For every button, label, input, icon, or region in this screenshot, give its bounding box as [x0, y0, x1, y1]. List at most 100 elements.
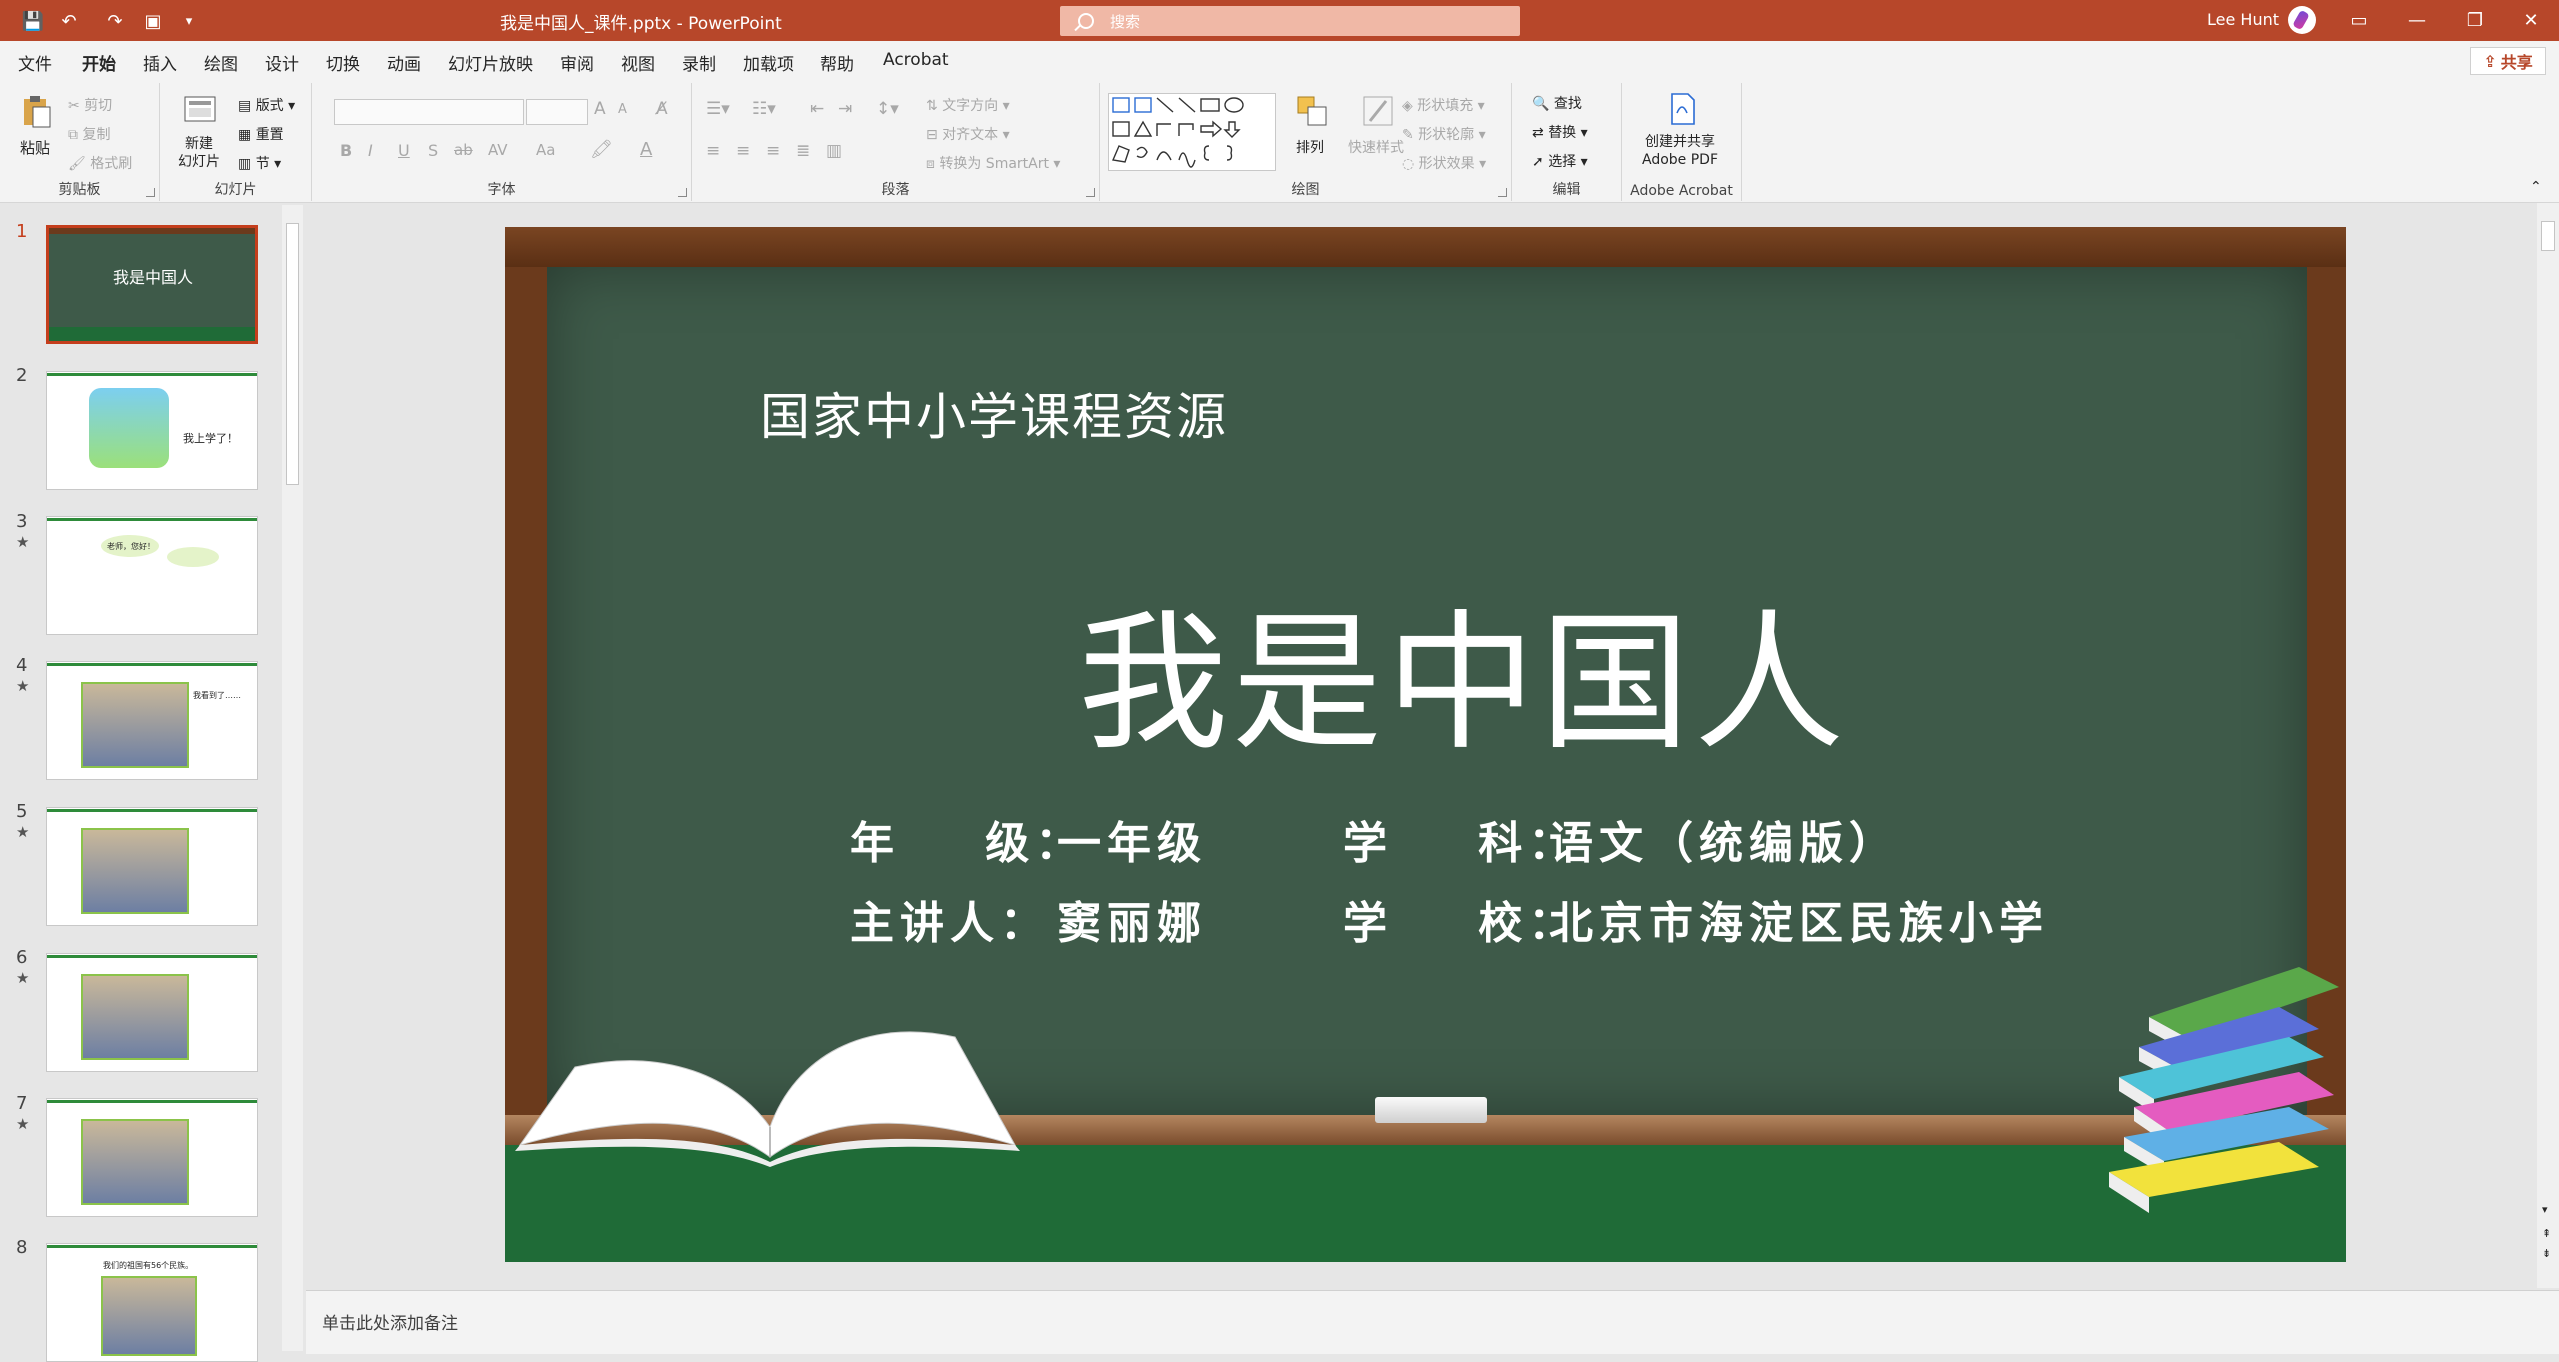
search-box[interactable]: 搜索	[1060, 6, 1520, 36]
align-text-button[interactable]: ⊟ 对齐文本 ▾	[926, 124, 1010, 144]
numbering-icon[interactable]: ☷▾	[752, 99, 776, 119]
tab-view[interactable]: 视图	[621, 50, 655, 75]
drawing-launcher[interactable]	[1498, 188, 1507, 197]
font-color-icon[interactable]: A	[640, 139, 652, 160]
tab-home[interactable]: 开始	[82, 50, 116, 83]
share-button[interactable]: ⇪ 共享	[2470, 47, 2546, 75]
user-name[interactable]: Lee Hunt	[2207, 10, 2279, 29]
text-direction-button[interactable]: ⇅ 文字方向 ▾	[926, 95, 1010, 115]
scrollbar-thumb[interactable]	[2541, 221, 2555, 251]
decrease-indent-icon[interactable]: ⇤	[810, 99, 824, 119]
save-icon[interactable]: 💾	[18, 8, 48, 34]
paste-button[interactable]: 粘贴	[14, 89, 60, 169]
underline-button[interactable]: U	[398, 141, 410, 160]
increase-indent-icon[interactable]: ⇥	[838, 99, 852, 119]
highlight-icon[interactable]: 🖍	[590, 139, 613, 160]
slide-thumbnails-pane: 1 我是中国人 2 我上学了！ 3 ★ 老师，您好！ 4 ★ 我看到了…… 5 …	[0, 203, 303, 1362]
smartart-button[interactable]: ⧈ 转换为 SmartArt ▾	[926, 153, 1060, 173]
align-center-icon[interactable]: ≡	[736, 141, 750, 161]
arrange-button[interactable]: 排列	[1290, 89, 1338, 179]
bold-button[interactable]: B	[340, 141, 352, 160]
tab-file[interactable]: 文件	[18, 50, 52, 75]
undo-icon[interactable]: ↶	[54, 8, 84, 34]
editor-scrollbar[interactable]: ▾ ⇞ ⇟	[2537, 203, 2559, 1288]
columns-icon[interactable]: ▥	[826, 141, 842, 161]
start-slideshow-icon[interactable]: ▣	[138, 8, 168, 34]
tab-design[interactable]: 设计	[265, 50, 299, 75]
thumbnail-slide-8[interactable]: 我们的祖国有56个民族。	[46, 1243, 258, 1362]
thumbnail-slide-7[interactable]	[46, 1098, 258, 1217]
thumb-number: 7	[16, 1093, 28, 1114]
layout-button[interactable]: ▤ 版式 ▾	[238, 95, 295, 115]
copy-button: ⧉ 复制	[68, 127, 111, 143]
line-spacing-icon[interactable]: ↕▾	[876, 99, 899, 119]
customize-qat-icon[interactable]: ▾	[174, 8, 204, 34]
replace-button[interactable]: ⇄ 替换 ▾	[1532, 122, 1588, 142]
tab-draw[interactable]: 绘图	[204, 50, 238, 75]
tab-review[interactable]: 审阅	[560, 50, 594, 75]
italic-button[interactable]: I	[368, 141, 373, 160]
thumbnail-slide-6[interactable]	[46, 953, 258, 1072]
select-button[interactable]: ➚ 选择 ▾	[1532, 151, 1588, 171]
thumbnail-slide-4[interactable]: 我看到了……	[46, 661, 258, 780]
new-slide-button[interactable]: 新建 幻灯片	[170, 89, 232, 179]
notes-pane[interactable]: 单击此处添加备注	[306, 1290, 2559, 1354]
thumbnail-slide-5[interactable]	[46, 807, 258, 926]
shadow-button[interactable]: S	[428, 141, 438, 160]
ribbon-display-options-button[interactable]: ▭	[2330, 0, 2388, 41]
clear-formatting-icon[interactable]: A̸	[656, 99, 668, 119]
animation-star-icon: ★	[16, 1115, 30, 1133]
tab-transitions[interactable]: 切换	[326, 50, 360, 75]
change-case-button[interactable]: Aa	[536, 141, 555, 159]
redo-icon[interactable]: ↷	[100, 8, 130, 34]
grow-font-button[interactable]: A	[594, 99, 606, 119]
font-group-label: 字体	[487, 182, 516, 198]
editing-group-label: 编辑	[1552, 182, 1581, 198]
minimize-button[interactable]: —	[2388, 0, 2446, 41]
scroll-down-icon[interactable]: ▾	[2542, 1203, 2548, 1216]
thumb-number: 4	[16, 655, 28, 676]
thumb-number: 3	[16, 511, 28, 532]
previous-slide-icon[interactable]: ⇞	[2542, 1227, 2551, 1240]
font-launcher[interactable]	[678, 188, 687, 197]
font-name-combo[interactable]	[334, 99, 524, 125]
thumbnail-slide-2[interactable]: 我上学了！	[46, 371, 258, 490]
align-left-icon[interactable]: ≡	[706, 141, 720, 161]
restore-button[interactable]: ❐	[2446, 0, 2504, 41]
tab-acrobat[interactable]: Acrobat	[883, 50, 949, 70]
shapes-gallery[interactable]	[1108, 93, 1276, 171]
scrollbar-thumb[interactable]	[286, 223, 299, 485]
justify-icon[interactable]: ≣	[796, 141, 810, 161]
section-button[interactable]: ▥ 节 ▾	[238, 153, 281, 173]
avatar[interactable]	[2288, 6, 2316, 34]
tab-record[interactable]: 录制	[682, 50, 716, 75]
find-button[interactable]: 🔍 查找	[1532, 93, 1582, 113]
tab-help[interactable]: 帮助	[820, 50, 854, 75]
create-share-pdf-button[interactable]: 创建并共享 Adobe PDF	[1622, 89, 1740, 179]
tab-animations[interactable]: 动画	[387, 50, 421, 75]
clipboard-group: 粘贴 ✂ 剪切 ⧉ 复制 🖌 格式刷 剪贴板	[0, 83, 160, 201]
slide-canvas[interactable]: 国家中小学课程资源 我是中国人 年 级： 一年级 学 科： 语文（统编版） 主讲…	[505, 227, 2346, 1262]
tab-insert[interactable]: 插入	[143, 50, 177, 75]
collapse-ribbon-icon[interactable]: ⌃	[2530, 179, 2542, 195]
slide-subtitle[interactable]: 国家中小学课程资源	[760, 377, 1228, 449]
shape-effects-button: ◌ 形状效果 ▾	[1402, 156, 1487, 172]
thumbnails-scrollbar[interactable]	[282, 205, 303, 1351]
align-right-icon[interactable]: ≡	[766, 141, 780, 161]
slide-title[interactable]: 我是中国人	[1078, 562, 1848, 779]
shrink-font-button[interactable]: A	[618, 102, 627, 117]
tab-addins[interactable]: 加载项	[743, 50, 794, 75]
close-button[interactable]: ✕	[2502, 0, 2559, 41]
clipboard-launcher[interactable]	[146, 188, 155, 197]
next-slide-icon[interactable]: ⇟	[2542, 1247, 2551, 1260]
paragraph-launcher[interactable]	[1086, 188, 1095, 197]
character-spacing-button[interactable]: AV	[488, 141, 508, 159]
font-size-combo[interactable]	[526, 99, 588, 125]
thumbnail-slide-3[interactable]: 老师，您好！	[46, 516, 258, 635]
reset-button[interactable]: ▦ 重置	[238, 124, 284, 144]
tab-slideshow[interactable]: 幻灯片放映	[448, 50, 533, 75]
strikethrough-button[interactable]: ab	[454, 141, 473, 159]
thumb-header	[47, 662, 257, 666]
thumbnail-slide-1[interactable]: 我是中国人	[46, 225, 258, 344]
bullets-icon[interactable]: ☰▾	[706, 99, 730, 119]
